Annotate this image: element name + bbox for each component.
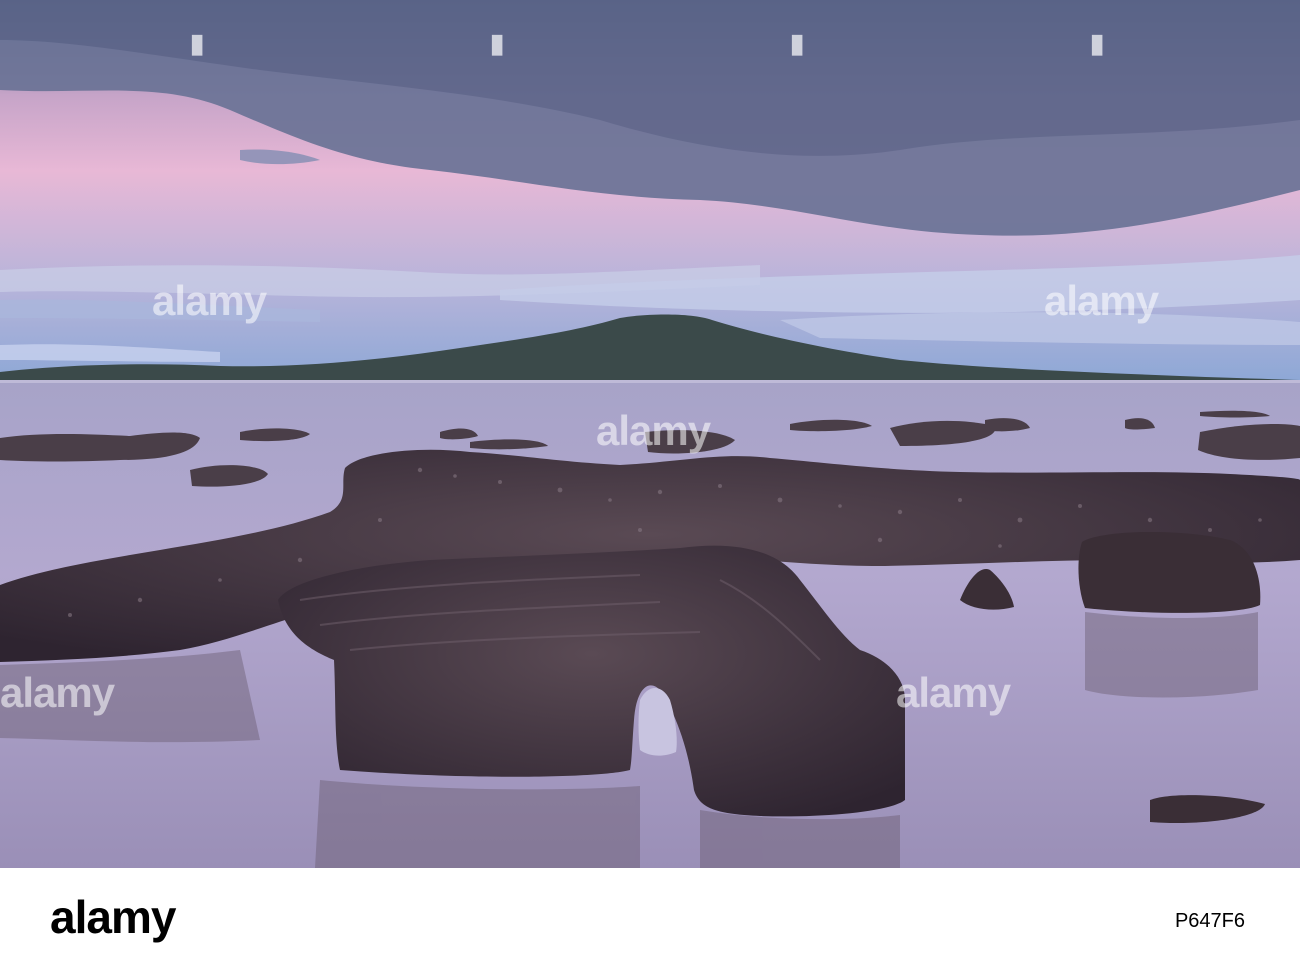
footer-bar: alamy P647F6	[0, 868, 1300, 957]
watermark-logo: alamy	[596, 407, 711, 454]
watermark-mark: ▮	[490, 28, 505, 58]
watermark-mark: ▮	[190, 28, 205, 58]
right-boulder	[1078, 531, 1261, 613]
watermark-logo: alamy	[896, 669, 1011, 716]
landscape-photo: ▮ ▮ ▮ ▮ alamy alamy alamy alamy alamy	[0, 0, 1300, 868]
watermark-logo: alamy	[1044, 277, 1159, 324]
watermark-mark: ▮	[1090, 28, 1105, 58]
watermark-logo: alamy	[152, 277, 267, 324]
watermark-mark: ▮	[790, 28, 805, 58]
image-id: P647F6	[1174, 910, 1245, 932]
brand-logo: alamy	[50, 891, 176, 943]
watermark-logo: alamy	[0, 669, 115, 716]
